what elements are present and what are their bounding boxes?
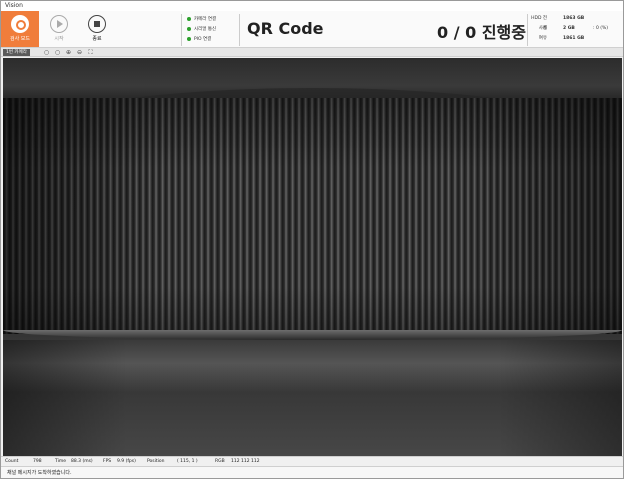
- fit-icon[interactable]: ○: [43, 49, 50, 56]
- app-window: Vision 검사 모드 시작 종료 카메라 연결 시리얼 통신 PIO 연결 …: [0, 0, 624, 479]
- hdd-free-label: 여유: [538, 36, 547, 41]
- status-pio: PIO 연결: [187, 35, 235, 45]
- gear-edge-shape: [3, 330, 622, 340]
- hdd-total-value: 1863 GB: [563, 16, 585, 21]
- zoom-in-icon[interactable]: ⊕: [65, 49, 72, 56]
- status-dot-icon: [187, 26, 191, 31]
- stop-button[interactable]: 종료: [78, 11, 116, 47]
- status-camera: 카메라 연결: [187, 15, 235, 25]
- hdd-used-value: 2 GB: [563, 26, 575, 31]
- stop-label: 종료: [92, 36, 102, 42]
- connection-status: 카메라 연결 시리얼 통신 PIO 연결: [187, 15, 235, 45]
- camera-tab[interactable]: 1번 카메라: [3, 49, 30, 56]
- page-title: QR Code: [247, 19, 324, 38]
- status-dot-icon: [187, 36, 191, 41]
- window-title: Vision: [1, 1, 623, 11]
- start-label: 시작: [54, 36, 64, 42]
- message-bar: 채널 메시지가 도착하였습니다.: [1, 466, 623, 478]
- status-serial: 시리얼 통신: [187, 25, 235, 35]
- progress-status: 0 / 0 진행중: [437, 23, 526, 42]
- start-button[interactable]: 시작: [40, 11, 78, 47]
- hdd-used-percent: : 0 (%): [593, 26, 609, 31]
- toolbar-divider: [527, 14, 528, 46]
- hdd-free-value: 1861 GB: [563, 36, 585, 41]
- camera-image-view[interactable]: [3, 58, 622, 456]
- toolbar-divider: [181, 14, 182, 46]
- zoom-out-icon[interactable]: ⊖: [76, 49, 83, 56]
- search-icon: [11, 15, 29, 33]
- image-info-bar: Count 798 Time 88.3 (ms) FPS 9.9 (fps) P…: [1, 456, 623, 466]
- gear-teeth-image: [3, 98, 622, 334]
- toolbar: 검사 모드 시작 종료 카메라 연결 시리얼 통신 PIO 연결 QR Code…: [1, 11, 623, 48]
- view-toolbar: 1번 카메라 ○ ○ ⊕ ⊖ ⛶: [1, 48, 623, 57]
- inspection-mode-button[interactable]: 검사 모드: [1, 11, 39, 47]
- inspection-mode-label: 검사 모드: [10, 36, 30, 42]
- stop-icon: [88, 15, 106, 33]
- status-dot-icon: [187, 16, 191, 21]
- original-size-icon[interactable]: ○: [54, 49, 61, 56]
- hdd-usage: HDD 전체 1863 GB 사용 2 GB: 0 (%) 여유 1861 GB: [531, 14, 623, 44]
- hdd-used-label: 사용: [538, 26, 547, 31]
- play-icon: [50, 15, 68, 33]
- toolbar-divider: [239, 14, 240, 46]
- gear-base-image: [3, 340, 622, 456]
- fullscreen-icon[interactable]: ⛶: [87, 49, 94, 56]
